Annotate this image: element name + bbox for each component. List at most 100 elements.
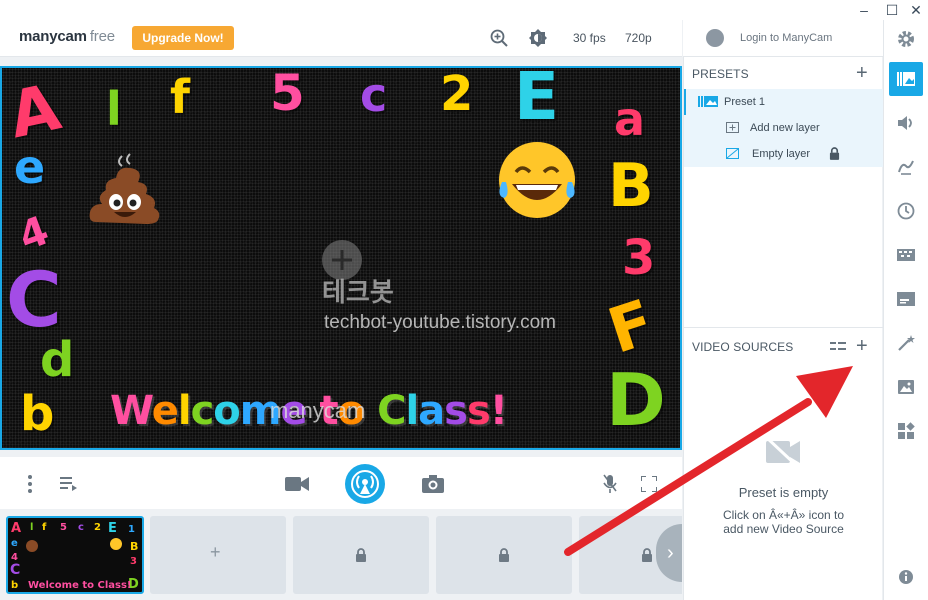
lock-icon (642, 548, 652, 562)
lower-thirds-tab[interactable] (889, 282, 923, 316)
source-list-icon[interactable] (830, 342, 846, 352)
thumbnail-locked[interactable] (293, 516, 429, 594)
maximize-button[interactable]: ☐ (884, 2, 900, 18)
add-layer-item[interactable]: Add new layer (684, 115, 883, 141)
audio-tab[interactable] (889, 106, 923, 140)
preview-letter: A (2, 70, 67, 154)
preset-label: Preset 1 (724, 96, 765, 108)
login-header[interactable]: Login to ManyCam (683, 20, 883, 57)
thumbnail-preset-1[interactable]: A l f 5 c 2 E 1 e 4 C b B 3 D Welcome to… (6, 516, 144, 594)
preview-letter: d (40, 332, 75, 388)
preview-letter: b (20, 386, 55, 442)
zoom-in-icon[interactable] (489, 28, 509, 48)
microphone-muted-icon[interactable] (603, 474, 617, 494)
lock-icon (499, 548, 509, 562)
right-rail (883, 20, 928, 600)
effects-tab[interactable] (889, 326, 923, 360)
more-options-icon[interactable] (24, 474, 36, 494)
widgets-icon (898, 422, 915, 439)
watermark-korean: 테크봇 (322, 277, 394, 307)
welcome-char: o (213, 388, 241, 434)
svg-text:A: A (11, 521, 21, 536)
preview-letter: c (360, 68, 388, 122)
side-panel: PRESETS + Preset 1 Add new layer Empty l… (683, 57, 883, 600)
fullscreen-icon[interactable] (641, 476, 657, 492)
title-bar: – ☐ ✕ (0, 0, 928, 20)
add-preset-button[interactable]: + (856, 63, 868, 83)
resolution-selector[interactable]: 720p (625, 31, 652, 45)
capture-controls (0, 457, 682, 509)
broadcast-button[interactable] (345, 464, 385, 504)
logo-brand: manycam (19, 28, 87, 45)
preview-letter: l (106, 82, 122, 136)
thumbnail-locked[interactable] (436, 516, 572, 594)
svg-text:5: 5 (60, 522, 67, 533)
drawing-tab[interactable] (889, 150, 923, 184)
svg-text:E: E (108, 521, 117, 536)
info-icon (899, 570, 913, 584)
info-button[interactable] (889, 560, 923, 594)
add-layer-icon (726, 122, 739, 133)
preview-letter: e (14, 140, 46, 194)
close-button[interactable]: ✕ (908, 2, 924, 18)
svg-text:3: 3 (130, 556, 137, 567)
svg-text:1: 1 (128, 524, 135, 535)
welcome-char: W (110, 388, 153, 434)
welcome-char: C (377, 388, 406, 434)
svg-text:l: l (30, 522, 33, 533)
preview-letter: F (599, 285, 663, 368)
video-camera-icon[interactable] (285, 475, 309, 493)
svg-text:2: 2 (94, 522, 101, 533)
avatar-icon (706, 29, 724, 47)
snapshot-camera-icon[interactable] (422, 475, 444, 493)
app-logo: manycam free (19, 28, 115, 45)
add-video-source-button[interactable]: + (856, 336, 868, 356)
drawing-icon (898, 160, 914, 175)
logo-edition: free (89, 28, 115, 45)
empty-layer-item[interactable]: Empty layer (684, 141, 883, 167)
widgets-tab[interactable] (889, 414, 923, 448)
time-tab[interactable] (889, 194, 923, 228)
manycam-watermark: manycam (270, 398, 366, 423)
svg-text:c: c (78, 522, 84, 533)
svg-text:Welcome to Class!: Welcome to Class! (28, 580, 131, 591)
divider (684, 327, 883, 328)
magic-wand-icon (898, 335, 915, 351)
gear-icon (898, 31, 914, 47)
preview-letter: E (514, 66, 560, 135)
preview-letter: C (6, 255, 62, 344)
preset-thumbnails: A l f 5 c 2 E 1 e 4 C b B 3 D Welcome to… (0, 510, 682, 600)
chroma-key-icon (897, 249, 915, 261)
add-layer-label: Add new layer (750, 122, 820, 134)
upgrade-button[interactable]: Upgrade Now! (132, 26, 234, 50)
svg-text:b: b (11, 580, 18, 591)
thumbnail-add[interactable]: + (150, 516, 286, 594)
empty-preset-title: Preset is empty (738, 485, 829, 500)
presets-tab[interactable] (889, 62, 923, 96)
fps-selector[interactable]: 30 fps (573, 31, 606, 45)
watermark-url: techbot-youtube.tistory.com (324, 312, 556, 333)
empty-preset-hint: Click on Â«+Â» icon to (722, 508, 845, 522)
minimize-button[interactable]: – (856, 2, 872, 18)
brightness-icon[interactable] (528, 28, 548, 48)
welcome-char: s (444, 388, 468, 434)
clock-icon (897, 202, 915, 220)
lock-icon (356, 548, 366, 562)
settings-button[interactable] (889, 22, 923, 56)
preview-letter: 2 (440, 66, 474, 122)
chroma-key-tab[interactable] (889, 238, 923, 272)
login-label[interactable]: Login to ManyCam (740, 32, 832, 44)
preset-item[interactable]: Preset 1 (684, 89, 883, 115)
preview-letter: 4 (12, 207, 55, 261)
lock-icon[interactable] (829, 147, 840, 160)
lower-third-icon (897, 292, 915, 306)
video-preview[interactable]: A l f 5 c 2 E a e B 4 3 C F d D b 테크봇 te… (0, 66, 682, 450)
svg-text:e: e (11, 538, 18, 549)
preview-letter: 5 (270, 66, 305, 122)
svg-text:B: B (130, 540, 138, 553)
images-tab[interactable] (889, 370, 923, 404)
thumbnail-preview: A l f 5 c 2 E 1 e 4 C b B 3 D Welcome to… (10, 521, 139, 592)
preview-letter: D (606, 358, 666, 442)
welcome-char (364, 388, 377, 434)
playlist-icon[interactable] (60, 476, 78, 492)
